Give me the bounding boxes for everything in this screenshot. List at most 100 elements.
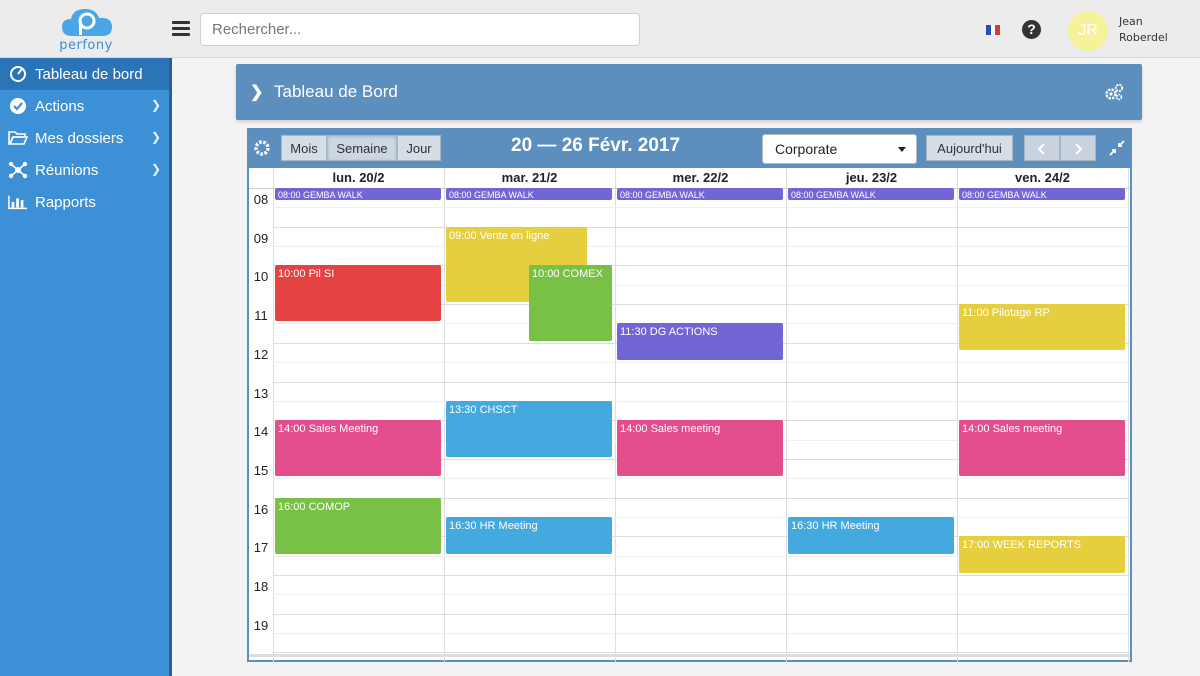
dashboard-icon	[8, 65, 28, 83]
caret-down-icon	[898, 147, 906, 152]
half-hour-line	[273, 246, 1130, 248]
calendar-event[interactable]: 11:00 Pilotage RP	[959, 304, 1125, 351]
day-header[interactable]: jeu. 23/2	[786, 170, 957, 188]
calendar-event[interactable]: 08:00 GEMBA WALK	[446, 188, 612, 200]
flag-fr-icon[interactable]	[986, 25, 1001, 35]
half-hour-line	[273, 400, 1130, 402]
hour-line	[273, 381, 1130, 383]
prev-week-button[interactable]	[1024, 135, 1060, 161]
folder-open-icon	[8, 129, 28, 147]
top-bar: perfony ? JR Jean Roberdel	[0, 0, 1200, 58]
sidebar-item-label: Réunions	[35, 161, 99, 179]
day-header[interactable]: mer. 22/2	[615, 170, 786, 188]
user-last-name: Roberdel	[1119, 31, 1168, 44]
sidebar-item-actions[interactable]: Actions ❯	[0, 90, 169, 122]
calendar-grid: lun. 20/2 mar. 21/2 mer. 22/2 jeu. 23/2 ven.…	[249, 168, 1130, 662]
day-header[interactable]: ven. 24/2	[957, 170, 1128, 188]
sidebar: Tableau de bord Actions ❯ Mes dossiers ❯…	[0, 58, 172, 676]
chevron-right-icon	[1075, 143, 1083, 155]
hamburger-menu-icon[interactable]	[172, 21, 190, 37]
chevron-right-icon[interactable]: ❯	[250, 82, 263, 102]
calendar-event[interactable]: 10:00 Pil SI	[275, 265, 441, 322]
calendar-event[interactable]: 16:30 HR Meeting	[446, 516, 612, 554]
half-hour-line	[273, 594, 1130, 596]
search-input[interactable]	[200, 13, 640, 46]
hour-line	[273, 226, 1130, 228]
hour-label: 09	[253, 230, 269, 246]
calendar-event[interactable]: 08:00 GEMBA WALK	[617, 188, 783, 200]
sidebar-item-label: Rapports	[35, 193, 96, 211]
calendar-select-value: Corporate	[775, 141, 838, 157]
chevron-right-icon: ❯	[150, 98, 161, 112]
half-hour-line	[273, 478, 1130, 480]
day-header[interactable]: mar. 21/2	[444, 170, 615, 188]
dashboard-header: ❯ Tableau de Bord	[236, 64, 1142, 120]
day-column-divider	[273, 168, 274, 662]
today-button[interactable]: Aujourd'hui	[926, 135, 1013, 161]
half-hour-line	[273, 362, 1130, 364]
half-hour-line	[273, 633, 1130, 635]
bar-chart-icon	[8, 193, 28, 211]
hour-label: 13	[253, 385, 269, 401]
calendar-event[interactable]: 08:00 GEMBA WALK	[275, 188, 441, 200]
hour-line	[273, 575, 1130, 576]
chevron-right-icon: ❯	[150, 162, 161, 176]
hour-label: 17	[253, 540, 269, 556]
calendar-event[interactable]: 16:30 HR Meeting	[788, 516, 954, 554]
perfony-logo[interactable]: perfony	[50, 4, 122, 56]
cloud-logo-icon	[62, 9, 112, 36]
calendar-event[interactable]: 14:00 Sales Meeting	[275, 420, 441, 477]
calendar-event[interactable]: 16:00 COMOP	[275, 497, 441, 554]
gears-icon[interactable]	[1104, 83, 1124, 101]
hour-label: 19	[253, 617, 269, 633]
calendar-event[interactable]: 10:00 COMEX	[529, 265, 612, 341]
day-header[interactable]: lun. 20/2	[273, 170, 444, 188]
user-name[interactable]: Jean Roberdel	[1119, 14, 1197, 46]
calendar-event[interactable]: 13:30 CHSCT	[446, 400, 612, 457]
question-circle-icon[interactable]: ?	[1022, 20, 1041, 39]
calendar-widget: Mois Semaine Jour 20 — 26 Févr. 2017 Cor…	[247, 128, 1132, 662]
network-icon	[8, 161, 28, 179]
calendar-event[interactable]: 08:00 GEMBA WALK	[788, 188, 954, 200]
page-title: Tableau de Bord	[274, 82, 398, 101]
hour-label: 16	[253, 501, 269, 517]
calendar-event[interactable]: 14:00 Sales meeting	[617, 420, 783, 477]
calendar-event[interactable]: 08:00 GEMBA WALK	[959, 188, 1125, 200]
hour-label: 11	[254, 308, 268, 324]
hour-label: 14	[253, 424, 269, 440]
calendar-event[interactable]: 17:00 WEEK REPORTS	[959, 536, 1125, 573]
day-column-divider	[957, 168, 958, 662]
day-column-divider	[444, 168, 445, 662]
sidebar-item-reunions[interactable]: Réunions ❯	[0, 154, 169, 186]
sidebar-item-label: Tableau de bord	[35, 65, 143, 83]
hour-label: 18	[253, 579, 269, 594]
calendar-event[interactable]: 14:00 Sales meeting	[959, 420, 1125, 477]
half-hour-line	[273, 207, 1130, 209]
chevron-right-icon: ❯	[150, 130, 161, 144]
view-week-button[interactable]: Semaine	[327, 135, 397, 161]
check-circle-icon	[8, 97, 28, 115]
hour-label: 12	[253, 346, 269, 362]
hour-line	[273, 613, 1130, 615]
calendar-select[interactable]: Corporate	[762, 134, 917, 164]
logo-text: perfony	[59, 38, 113, 53]
hour-label: 08	[253, 192, 269, 207]
date-range-title: 20 — 26 Févr. 2017	[511, 135, 681, 156]
sidebar-item-rapports[interactable]: Rapports	[0, 186, 169, 218]
view-day-button[interactable]: Jour	[397, 135, 441, 161]
calendar-toolbar: Mois Semaine Jour 20 — 26 Févr. 2017 Cor…	[249, 128, 1130, 168]
calendar-event[interactable]: 11:30 DG ACTIONS	[617, 323, 783, 361]
day-column-divider	[786, 168, 787, 662]
avatar[interactable]: JR	[1068, 11, 1108, 51]
gear-icon[interactable]	[253, 139, 271, 157]
view-month-button[interactable]: Mois	[281, 135, 327, 161]
sidebar-item-label: Actions	[35, 97, 85, 115]
user-first-name: Jean	[1119, 15, 1143, 28]
next-week-button[interactable]	[1060, 135, 1096, 161]
hour-label: 15	[253, 462, 269, 478]
grid-bottom-border	[249, 654, 1130, 657]
sidebar-item-tableau-de-bord[interactable]: Tableau de bord	[0, 58, 169, 90]
day-column-divider	[615, 168, 616, 662]
collapse-icon[interactable]	[1109, 140, 1125, 156]
sidebar-item-mes-dossiers[interactable]: Mes dossiers ❯	[0, 122, 169, 154]
